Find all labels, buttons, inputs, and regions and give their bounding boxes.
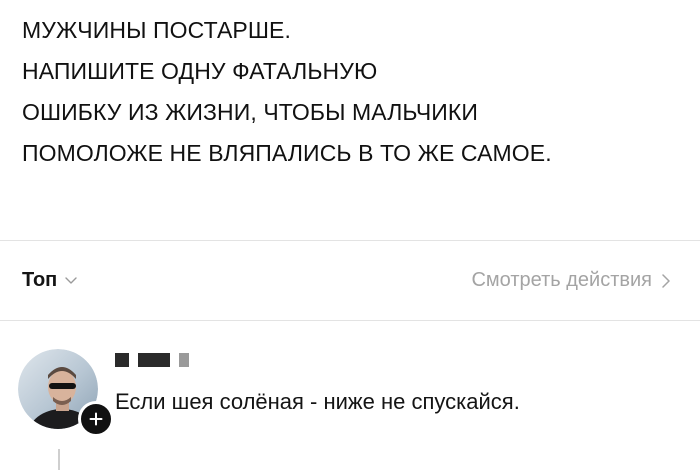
chevron-down-icon (65, 276, 77, 284)
reply-item: Если шея солёная - ниже не спускайся. (0, 321, 700, 470)
post-line: МУЖЧИНЫ ПОСТАРШЕ. (22, 17, 291, 43)
post-line: ОШИБКУ ИЗ ЖИЗНИ, ЧТОБЫ МАЛЬЧИКИ (22, 99, 479, 125)
reply-text: Если шея солёная - ниже не спускайся. (115, 389, 520, 414)
avatar-container (18, 349, 114, 437)
view-activity-link[interactable]: Смотреть действия (471, 269, 670, 292)
follow-button[interactable] (78, 401, 114, 437)
redaction-mark (115, 353, 129, 367)
post-line: НАПИШИТЕ ОДНУ ФАТАЛЬНУЮ (22, 58, 378, 84)
post-body: МУЖЧИНЫ ПОСТАРШЕ. НАПИШИТЕ ОДНУ ФАТАЛЬНУ… (22, 10, 682, 174)
thread-line (58, 449, 60, 470)
redaction-mark (138, 353, 170, 367)
sort-dropdown[interactable]: Топ (22, 269, 77, 292)
redaction-mark (179, 353, 189, 367)
chevron-right-icon (662, 273, 670, 288)
sort-label: Топ (22, 269, 58, 291)
username-redacted (115, 353, 189, 367)
post-line: ПОМОЛОЖЕ НЕ ВЛЯПАЛИСЬ В ТО ЖЕ САМОЕ. (22, 140, 552, 166)
replies-toolbar: Топ Смотреть действия (0, 241, 700, 320)
view-activity-label: Смотреть действия (471, 269, 652, 291)
thread-page: МУЖЧИНЫ ПОСТАРШЕ. НАПИШИТЕ ОДНУ ФАТАЛЬНУ… (0, 0, 700, 470)
plus-icon (89, 412, 103, 426)
